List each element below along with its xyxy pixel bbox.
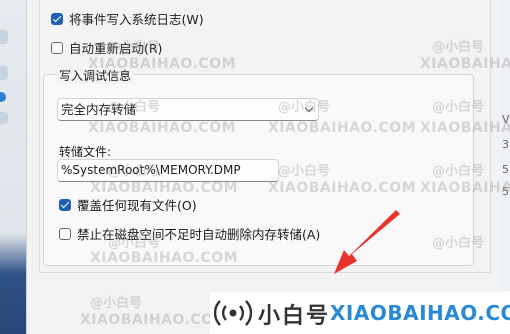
background-char: 5 [502,163,509,176]
disable-auto-delete-label: 禁止在磁盘空间不足时自动删除内存转储(A) [77,227,321,242]
red-arrow-icon [334,210,400,274]
dump-file-input[interactable]: %SystemRoot%\MEMORY.DMP [57,159,279,182]
chevron-down-icon [304,103,314,113]
dump-type-select[interactable]: 完全内存转储 [57,98,319,121]
background-window-right: V 3 5 5 [500,0,510,334]
disable-auto-delete-checkbox[interactable]: 禁止在磁盘空间不足时自动删除内存转储(A) [59,224,320,243]
overwrite-checkbox[interactable]: 覆盖任何现有文件(O) [59,195,197,214]
checkbox-checked-icon [59,198,71,211]
logo-text-cn: 小白号 [258,304,331,329]
background-char: 3 [502,138,509,151]
background-char: 5 [502,185,509,198]
background-tab [0,30,8,44]
write-event-log-checkbox[interactable]: 将事件写入系统日志(W) [51,9,204,28]
auto-restart-checkbox[interactable]: 自动重新启动(R) [51,38,162,57]
dump-file-label: 转储文件: [59,145,112,159]
checkbox-unchecked-icon [51,41,63,54]
startup-recovery-dialog: 将事件写入系统日志(W) 自动重新启动(R) 写入调试信息 完全内存转储 转储文… [26,0,501,334]
checkbox-checked-icon [51,12,63,25]
auto-restart-label: 自动重新启动(R) [69,41,163,56]
write-event-log-label: 将事件写入系统日志(W) [69,12,204,27]
background-tab [0,66,8,80]
background-blue-icon [0,92,6,102]
dump-type-value: 完全内存转储 [61,102,137,117]
background-window-left [0,0,26,334]
signal-icon [214,300,252,326]
site-logo: 小白号 XIAOBAIHAO.COM [210,292,510,334]
logo-text-en: XIAOBAIHAO.COM [330,301,510,325]
debug-info-title: 写入调试信息 [57,67,134,84]
checkbox-unchecked-icon [59,227,71,240]
background-tab [0,112,8,124]
background-char: V [502,113,510,126]
overwrite-label: 覆盖任何现有文件(O) [77,198,197,213]
